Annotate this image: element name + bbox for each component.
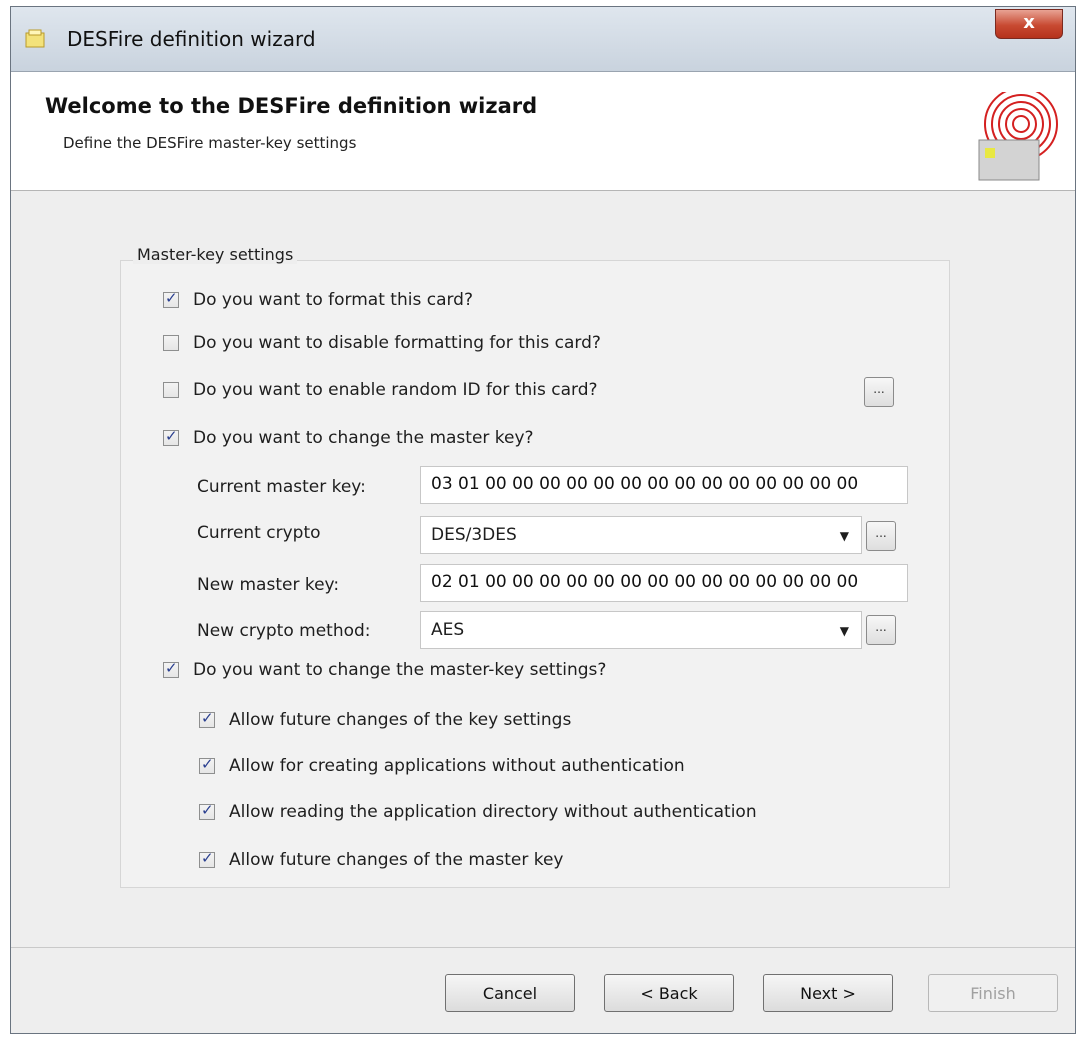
disable-formatting-label: Do you want to disable formatting for th… — [193, 333, 601, 353]
sub-option-label: Allow future changes of the master key — [229, 850, 564, 870]
new-master-key-label: New master key: — [197, 575, 340, 595]
random-id-checkbox[interactable] — [163, 382, 179, 398]
close-button[interactable]: x — [995, 9, 1063, 39]
current-master-key-input[interactable]: 03 01 00 00 00 00 00 00 00 00 00 00 00 0… — [420, 466, 908, 504]
random-id-label: Do you want to enable random ID for this… — [193, 380, 598, 400]
sub-option-allow-master-key-changes[interactable]: Allow future changes of the master key — [199, 847, 564, 873]
app-icon — [25, 29, 45, 48]
sub-option-label: Allow future changes of the key settings — [229, 710, 572, 730]
current-crypto-options-button[interactable]: ... — [866, 521, 896, 551]
new-master-key-input[interactable]: 02 01 00 00 00 00 00 00 00 00 00 00 00 0… — [420, 564, 908, 602]
chevron-down-icon: ▼ — [839, 529, 849, 543]
wizard-header: Welcome to the DESFire definition wizard… — [11, 72, 1075, 191]
current-crypto-value: DES/3DES — [431, 525, 517, 545]
back-button[interactable]: < Back — [604, 974, 734, 1012]
group-label: Master-key settings — [133, 245, 298, 264]
change-master-key-label: Do you want to change the master key? — [193, 428, 534, 448]
wizard-window: DESFire definition wizard x Welcome to t… — [10, 6, 1076, 1034]
sub-option-checkbox[interactable] — [199, 709, 215, 728]
sub-option-allow-create-apps[interactable]: Allow for creating applications without … — [199, 753, 685, 779]
current-master-key-label: Current master key: — [197, 477, 366, 497]
sub-option-checkbox[interactable] — [199, 801, 215, 820]
rfid-card-icon — [978, 92, 1058, 181]
disable-formatting-option[interactable]: Do you want to disable formatting for th… — [163, 330, 601, 356]
new-crypto-select[interactable]: AES ▼ — [420, 611, 862, 649]
random-id-options-button[interactable]: ... — [864, 377, 894, 407]
sub-option-checkbox[interactable] — [199, 755, 215, 774]
footer-divider — [11, 947, 1075, 948]
new-crypto-value: AES — [431, 620, 465, 640]
disable-formatting-checkbox[interactable] — [163, 335, 179, 351]
finish-button[interactable]: Finish — [928, 974, 1058, 1012]
change-key-settings-label: Do you want to change the master-key set… — [193, 660, 607, 680]
header-subtitle: Define the DESFire master-key settings — [63, 134, 357, 152]
sub-option-label: Allow reading the application directory … — [229, 802, 757, 822]
current-crypto-label: Current crypto — [197, 523, 321, 543]
change-master-key-option[interactable]: Do you want to change the master key? — [163, 425, 534, 451]
next-button[interactable]: Next > — [763, 974, 893, 1012]
change-master-key-checkbox[interactable] — [163, 427, 179, 446]
new-crypto-options-button[interactable]: ... — [866, 615, 896, 645]
random-id-option[interactable]: Do you want to enable random ID for this… — [163, 377, 598, 403]
change-key-settings-checkbox[interactable] — [163, 659, 179, 678]
title-bar: DESFire definition wizard x — [11, 7, 1075, 72]
sub-option-label: Allow for creating applications without … — [229, 756, 685, 776]
format-card-label: Do you want to format this card? — [193, 290, 473, 310]
sub-option-allow-key-settings-changes[interactable]: Allow future changes of the key settings — [199, 707, 571, 733]
sub-option-allow-read-directory[interactable]: Allow reading the application directory … — [199, 799, 757, 825]
window-title: DESFire definition wizard — [67, 27, 316, 51]
change-key-settings-option[interactable]: Do you want to change the master-key set… — [163, 657, 606, 683]
header-title: Welcome to the DESFire definition wizard — [45, 94, 538, 118]
sub-option-checkbox[interactable] — [199, 849, 215, 868]
new-crypto-method-label: New crypto method: — [197, 621, 371, 641]
cancel-button[interactable]: Cancel — [445, 974, 575, 1012]
format-card-option[interactable]: Do you want to format this card? — [163, 287, 473, 313]
chevron-down-icon: ▼ — [839, 624, 849, 638]
format-card-checkbox[interactable] — [163, 289, 179, 308]
current-crypto-select[interactable]: DES/3DES ▼ — [420, 516, 862, 554]
